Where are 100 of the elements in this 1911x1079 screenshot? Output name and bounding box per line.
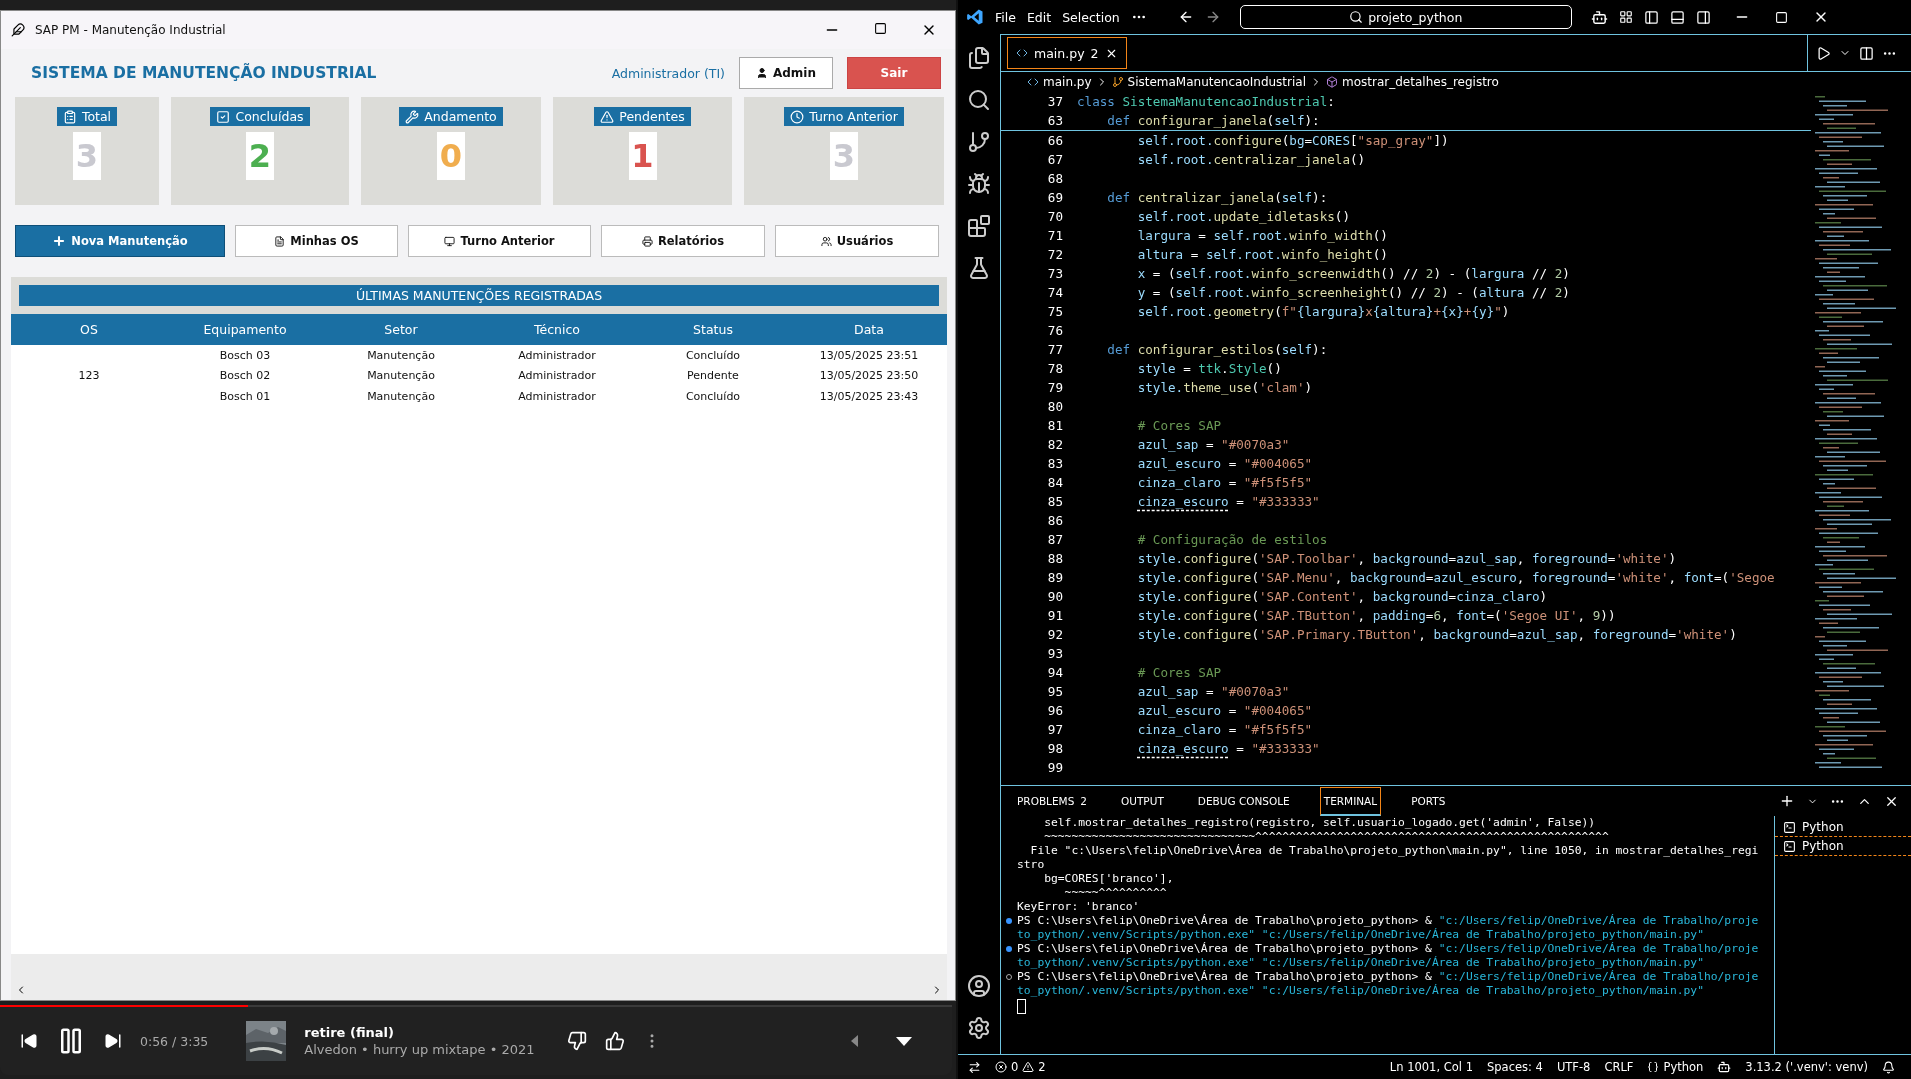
table-cell-text: Administrador (517, 389, 597, 403)
track-subtitle: Alvedon • hurry up mixtape • 2021 (304, 1042, 535, 1057)
line-number: 89 (1046, 570, 1064, 585)
stat-label: Andamento (399, 107, 503, 126)
interpreter-status[interactable]: 3.13.2 ('.venv': venv) (1745, 1060, 1868, 1074)
status-item[interactable]: UTF-8 (1556, 1060, 1591, 1074)
code-line: x = (self.root.winfo_screenwidth() // 2) - (largura // 2) (1136, 266, 1570, 281)
panel-tab[interactable]: PORTS (1407, 787, 1450, 815)
action-button[interactable]: Minhas OS (235, 225, 398, 257)
code-line: def configurar_janela(self): (1106, 113, 1320, 128)
code-line: style.configure('SAP.Menu', background=azul_escuro, foreground='white', font=('Segoe (1136, 570, 1775, 585)
code-line: class SistemaManutencaoIndustrial: (1077, 94, 1335, 109)
line-number: 67 (1046, 152, 1064, 167)
stat-label: Turno Anterior (784, 107, 904, 126)
line-number: 95 (1046, 684, 1064, 699)
line-number: 73 (1046, 266, 1064, 281)
line-number: 92 (1046, 627, 1064, 642)
stat-value: 2 (246, 132, 274, 180)
problems-status[interactable]: 0 2 (995, 1060, 1046, 1074)
admin-button[interactable]: Admin (739, 57, 833, 89)
stat-label: Pendentes (594, 107, 691, 126)
terminal-item[interactable]: Python (1775, 836, 1911, 856)
logout-button[interactable]: Sair (847, 57, 941, 89)
line-number: 83 (1046, 456, 1064, 471)
table-cell-text: Concluído (684, 389, 742, 403)
code-line: # Cores SAP (1136, 418, 1222, 433)
menu-item[interactable]: Edit (1026, 9, 1052, 25)
column-header: OS (79, 322, 99, 337)
action-button[interactable]: Turno Anterior (408, 225, 591, 257)
terminal-line: KeyError: 'branco' (1017, 900, 1141, 914)
table-cell-text: Bosch 03 (218, 348, 272, 362)
editor-tab[interactable]: main.py 2 (1007, 37, 1127, 69)
line-number: 88 (1046, 551, 1064, 566)
status-item[interactable]: CRLF (1604, 1060, 1634, 1074)
code-line: self.root.centralizar_janela() (1136, 152, 1366, 167)
table-row[interactable]: 123 Bosch 02 Manutenção Administrador Pendente 13/05/2025 23:50 (11, 365, 947, 386)
code-line: azul_sap = "#0070a3" (1136, 684, 1290, 699)
table-cell-text: Administrador (517, 369, 597, 383)
line-number: 94 (1046, 665, 1064, 680)
breadcrumb[interactable]: mostrar_detalhes_registro (1342, 75, 1499, 89)
code-line: style.configure('SAP.TButton', padding=6, font=('Segoe UI', 9)) (1136, 608, 1616, 623)
table-cell-text: Bosch 02 (218, 369, 272, 383)
breadcrumb[interactable]: main.py (1043, 75, 1092, 89)
code-line: azul_escuro = "#004065" (1136, 456, 1313, 471)
action-button[interactable]: Usuários (775, 225, 939, 257)
panel-tab[interactable]: DEBUG CONSOLE (1193, 787, 1294, 815)
user-name: Administrador (TI) (611, 65, 725, 81)
menu-item[interactable]: File (995, 9, 1016, 25)
terminal-line: PS C:\Users\felip\OneDrive\Área de Trabalho\projeto_python> & "c:/Users/felip/OneDrive/Área de Trabalho/projeto_python/.venv/Scripts/python.exe" "c:/Users/felip/OneDrive/Área de Trabalho/projeto_python/main.py" (1017, 970, 1760, 998)
code-line: style.configure('SAP.Content', background=cinza_claro) (1136, 589, 1548, 604)
line-number: 87 (1046, 532, 1064, 547)
terminal-line: ~~~~~^^^^^^^^^^ (1063, 886, 1168, 900)
terminal-item[interactable]: Python (1775, 818, 1911, 836)
table-row[interactable]: Bosch 03 Manutenção Administrador Concluído 13/05/2025 23:51 (11, 345, 947, 366)
code-line: style.theme_use('clam') (1136, 380, 1313, 395)
code-line: y = (self.root.winfo_screenheight() // 2) - (altura // 2) (1136, 285, 1570, 300)
table-cell-text: 13/05/2025 23:43 (818, 389, 920, 403)
playback-time: 0:56 / 3:35 (140, 1033, 209, 1049)
stat-label: Concluídas (210, 107, 310, 126)
table-cell-text: Manutenção (366, 389, 436, 403)
line-number: 66 (1046, 133, 1064, 148)
status-item[interactable]: Spaces: 4 (1487, 1060, 1543, 1074)
terminal-line: PS C:\Users\felip\OneDrive\Área de Trabalho\projeto_python> & "c:/Users/felip/OneDrive/Área de Trabalho/projeto_python/.venv/Scripts/python.exe" "c:/Users/felip/OneDrive/Área de Trabalho/projeto_python/main.py" (1017, 914, 1760, 942)
stat-value: 1 (628, 132, 657, 180)
line-number: 74 (1046, 285, 1064, 300)
table-cell-text: Administrador (517, 348, 597, 362)
line-number: 63 (1046, 113, 1064, 128)
status-item[interactable]: Ln 1001, Col 1 (1389, 1060, 1473, 1074)
line-number: 98 (1046, 741, 1064, 756)
panel-tab[interactable]: TERMINAL (1319, 786, 1382, 816)
panel-tab[interactable]: OUTPUT (1117, 787, 1168, 815)
table-cell-text: Concluído (684, 348, 742, 362)
stat-label: Total (56, 107, 118, 126)
line-number: 69 (1046, 190, 1064, 205)
line-number: 68 (1046, 171, 1064, 186)
language-status[interactable]: Python (1647, 1060, 1704, 1074)
code-line: def centralizar_janela(self): (1106, 190, 1328, 205)
code-line: self.root.configure(bg=CORES["sap_gray"]) (1136, 133, 1449, 148)
window-title: SAP PM - Manutenção Industrial (35, 23, 227, 37)
line-number: 71 (1046, 228, 1064, 243)
table-cell-text: 123 (77, 369, 101, 383)
line-number: 84 (1046, 475, 1064, 490)
code-line: cinza_claro = "#f5f5f5" (1136, 475, 1313, 490)
column-header: Data (853, 322, 885, 337)
table-cell-text: Pendente (686, 369, 740, 383)
action-button[interactable]: Nova Manutenção (15, 225, 225, 257)
terminal-line: self.mostrar_detalhes_registro(registro, self.usuario_logado.get('admin', False)) (1043, 816, 1597, 830)
table-row[interactable]: Bosch 01 Manutenção Administrador Concluído 13/05/2025 23:43 (11, 386, 947, 407)
line-number: 72 (1046, 247, 1064, 262)
breadcrumb[interactable]: SistemaManutencaoIndustrial (1127, 75, 1307, 89)
line-number: 96 (1046, 703, 1064, 718)
table-cell-text: Bosch 01 (218, 389, 272, 403)
menu-item[interactable]: Selection (1062, 9, 1120, 25)
track-title[interactable]: retire (final) (304, 1025, 535, 1040)
action-button[interactable]: Relatórios (601, 225, 765, 257)
table-cell-text: Manutenção (366, 348, 436, 362)
code-line: style = ttk.Style() (1136, 361, 1282, 376)
code-line: cinza_escuro = "#333333" (1136, 741, 1320, 756)
panel-tab[interactable]: PROBLEMS 2 (1013, 787, 1091, 815)
search-field[interactable]: projeto_python (1239, 5, 1572, 29)
